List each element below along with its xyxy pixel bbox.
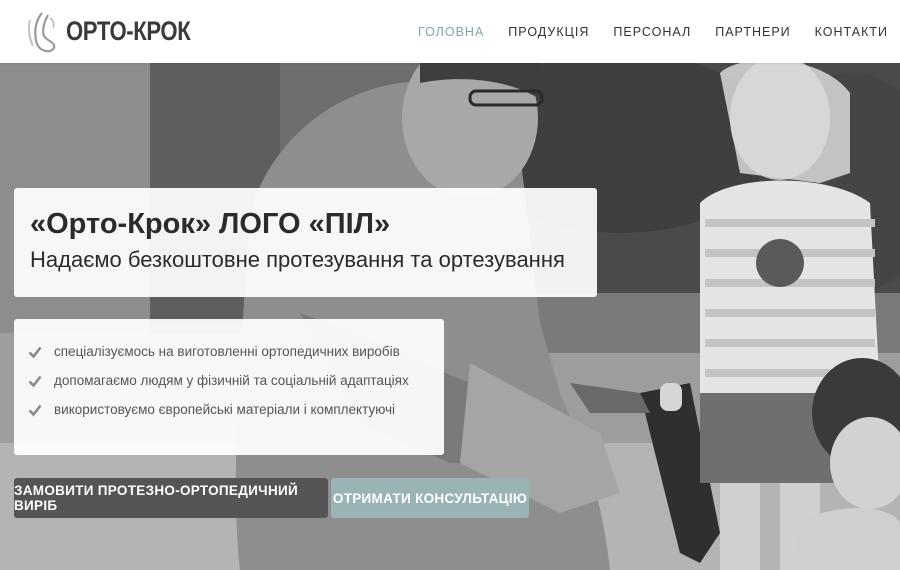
list-item: використовуємо європейські матеріали і к… bbox=[28, 395, 430, 424]
site-header: ОРТО-КРОК ГОЛОВНА ПРОДУКЦІЯ ПЕРСОНАЛ ПАР… bbox=[0, 0, 900, 63]
check-icon bbox=[28, 404, 42, 416]
foot-logo-icon bbox=[28, 11, 56, 52]
get-consultation-button[interactable]: ОТРИМАТИ КОНСУЛЬТАЦІЮ bbox=[331, 478, 529, 518]
main-nav: ГОЛОВНА ПРОДУКЦІЯ ПЕРСОНАЛ ПАРТНЕРИ КОНТ… bbox=[394, 0, 888, 63]
hero-title-box: «Орто-Крок» ЛОГО «ПІЛ» Надаємо безкоштов… bbox=[14, 188, 597, 297]
check-icon bbox=[28, 375, 42, 387]
order-product-button[interactable]: ЗАМОВИТИ ПРОТЕЗНО-ОРТОПЕДИЧНИЙ ВИРІБ bbox=[14, 478, 328, 518]
list-item: спеціалізуємось на виготовленні ортопеди… bbox=[28, 337, 430, 366]
nav-partners[interactable]: ПАРТНЕРИ bbox=[715, 25, 790, 39]
nav-contacts[interactable]: КОНТАКТИ bbox=[815, 25, 888, 39]
logo-text: ОРТО-КРОК bbox=[66, 16, 191, 46]
feature-text: спеціалізуємось на виготовленні ортопеди… bbox=[54, 344, 400, 359]
features-list: спеціалізуємось на виготовленні ортопеди… bbox=[14, 319, 444, 455]
check-icon bbox=[28, 346, 42, 358]
hero-subtitle: Надаємо безкоштовне протезування та орте… bbox=[30, 247, 565, 272]
logo[interactable]: ОРТО-КРОК bbox=[22, 10, 218, 54]
list-item: допомагаємо людям у фізичній та соціальн… bbox=[28, 366, 430, 395]
nav-products[interactable]: ПРОДУКЦІЯ bbox=[508, 25, 589, 39]
feature-text: використовуємо європейські матеріали і к… bbox=[54, 402, 396, 417]
nav-staff[interactable]: ПЕРСОНАЛ bbox=[613, 25, 691, 39]
nav-home[interactable]: ГОЛОВНА bbox=[418, 25, 484, 39]
hero-title: «Орто-Крок» ЛОГО «ПІЛ» bbox=[30, 208, 391, 240]
hero-section: «Орто-Крок» ЛОГО «ПІЛ» Надаємо безкоштов… bbox=[0, 63, 900, 570]
feature-text: допомагаємо людям у фізичній та соціальн… bbox=[54, 373, 409, 388]
